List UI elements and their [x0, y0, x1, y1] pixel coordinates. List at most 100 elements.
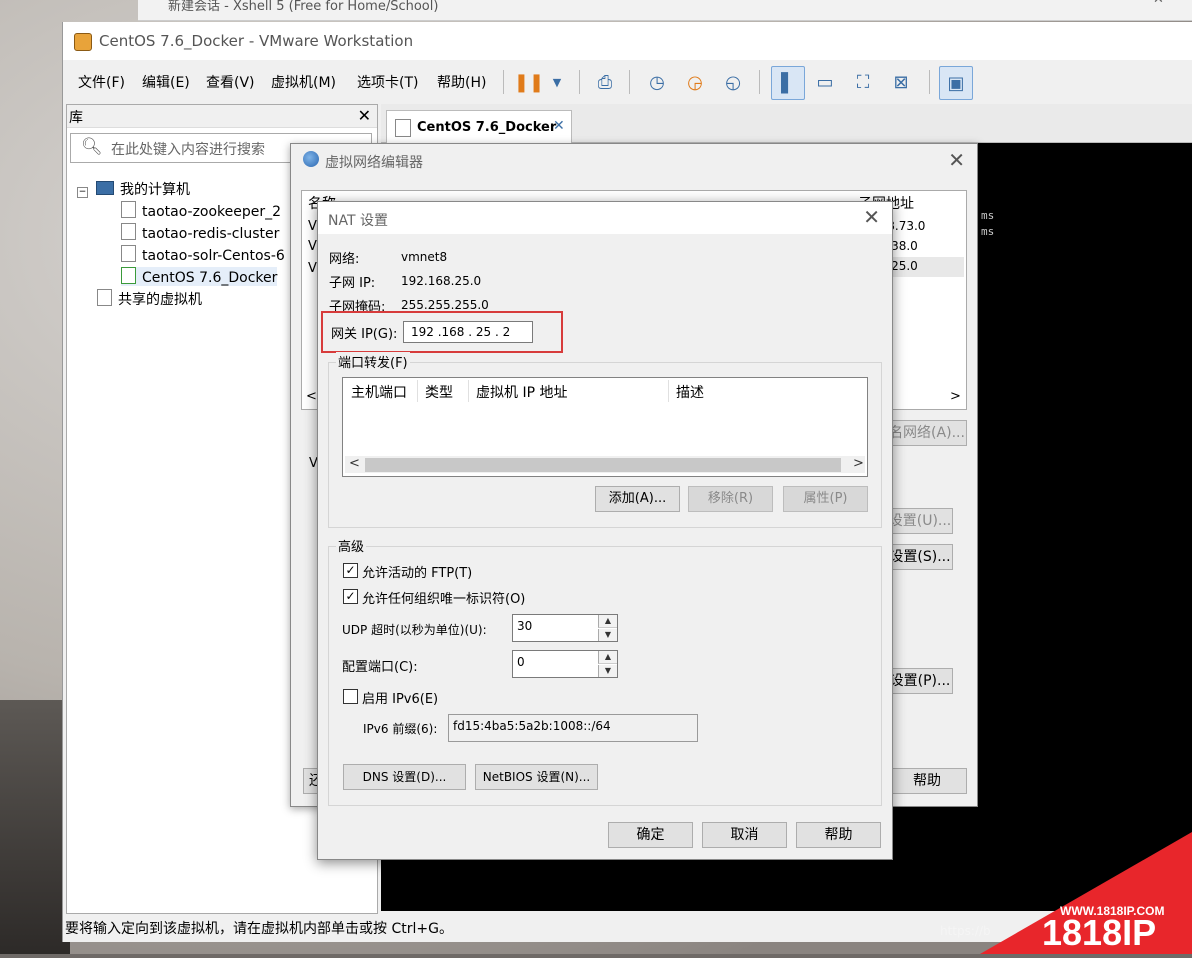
ftp-label[interactable]: 允许活动的 FTP(T) — [362, 562, 472, 581]
row-cell: V — [308, 219, 317, 234]
close-icon[interactable]: ✕ — [553, 118, 565, 134]
toolbar-separator — [579, 70, 580, 94]
row-cell: V — [308, 239, 317, 254]
menu-file[interactable]: 文件(F) — [78, 72, 125, 92]
ok-button[interactable]: 确定 — [608, 822, 693, 848]
watermark: WWW.1818IP.COM 1818IP https://b — [940, 832, 1192, 954]
spin-up-icon[interactable]: ▲ — [598, 651, 617, 664]
fullscreen-icon[interactable]: ⛶ — [847, 66, 879, 98]
help-button[interactable]: 帮助 — [796, 822, 881, 848]
vm-label: taotao-zookeeper_2 — [142, 204, 282, 220]
tab-centos[interactable]: CentOS 7.6_Docker ✕ — [386, 110, 572, 143]
spin-up-icon[interactable]: ▲ — [598, 615, 617, 628]
xshell-title: 新建会话 - Xshell 5 (Free for Home/School) — [168, 0, 439, 14]
column-description[interactable]: 描述 — [676, 382, 704, 402]
column-host-port[interactable]: 主机端口 — [351, 382, 407, 402]
spin-down-icon[interactable]: ▼ — [598, 629, 617, 641]
close-icon[interactable]: ✕ — [1153, 0, 1164, 7]
console-view-icon[interactable]: ▣ — [939, 66, 973, 100]
ftp-checkbox[interactable]: ✓ — [343, 563, 358, 578]
network-globe-icon — [303, 151, 319, 167]
tree-root[interactable]: − 我的计算机 — [77, 179, 190, 199]
console-text: ms — [981, 209, 995, 222]
udp-timeout-stepper[interactable]: 30 ▲ ▼ — [512, 614, 618, 642]
toolbar-separator — [759, 70, 760, 94]
tree-item-vm[interactable]: taotao-redis-cluster — [121, 223, 279, 242]
vm-label: taotao-solr-Centos-6 — [142, 248, 285, 264]
advanced-title: 高级 — [336, 536, 367, 555]
library-header: 库 ✕ — [67, 105, 377, 128]
subnet-mask-value: 255.255.255.0 — [401, 298, 489, 312]
xshell-window[interactable]: 新建会话 - Xshell 5 (Free for Home/School) —… — [138, 0, 1192, 21]
port-forward-list[interactable]: 主机端口 类型 虚拟机 IP 地址 描述 < > — [342, 377, 868, 477]
gateway-highlight: 网关 IP(G): 192 .168 . 25 . 2 — [321, 311, 563, 353]
ipv6-prefix-input[interactable]: fd15:4ba5:5a2b:1008::/64 — [448, 714, 698, 742]
config-port-label: 配置端口(C): — [342, 660, 418, 675]
scroll-right-icon[interactable]: > — [950, 389, 961, 404]
scrollbar-thumb[interactable] — [365, 458, 841, 472]
vm-icon — [395, 119, 411, 137]
gateway-ip-input[interactable]: 192 .168 . 25 . 2 — [403, 321, 533, 343]
tree-item-vm[interactable]: taotao-solr-Centos-6 — [121, 245, 285, 264]
chevron-down-icon[interactable]: ▼ — [541, 66, 573, 98]
oui-label[interactable]: 允许任何组织唯一标识符(O) — [362, 588, 525, 607]
ipv6-checkbox[interactable] — [343, 689, 358, 704]
collapse-icon[interactable]: − — [77, 187, 88, 198]
settings-s-button[interactable]: 设置(S)... — [887, 544, 953, 570]
row-cell: V — [308, 261, 317, 276]
help-button[interactable]: 帮助 — [887, 768, 967, 794]
vm-running-icon — [121, 267, 136, 284]
menu-tabs[interactable]: 选项卡(T) — [357, 72, 418, 92]
menu-view[interactable]: 查看(V) — [206, 72, 255, 92]
column-type[interactable]: 类型 — [425, 382, 453, 402]
menu-help[interactable]: 帮助(H) — [437, 72, 486, 92]
vm-icon — [121, 201, 136, 218]
menu-vm[interactable]: 虚拟机(M) — [271, 72, 336, 92]
tree-item-vm[interactable]: taotao-zookeeper_2 — [121, 201, 281, 220]
spin-down-icon[interactable]: ▼ — [598, 665, 617, 677]
settings-u-button[interactable]: 设置(U)... — [887, 508, 953, 534]
dialog-title: NAT 设置 — [328, 213, 388, 229]
ipv6-prefix-value: fd15:4ba5:5a2b:1008::/64 — [453, 719, 611, 733]
search-input[interactable]: 在此处键入内容进行搜索 — [111, 139, 265, 159]
column-divider — [417, 380, 418, 402]
close-icon[interactable]: ✕ — [358, 106, 371, 125]
tree-item-shared[interactable]: 共享的虚拟机 — [97, 289, 202, 309]
port-properties-button[interactable]: 属性(P) — [783, 486, 868, 512]
oui-checkbox[interactable]: ✓ — [343, 589, 358, 604]
window-title: CentOS 7.6_Docker - VMware Workstation — [99, 32, 414, 50]
remove-port-button[interactable]: 移除(R) — [688, 486, 773, 512]
snapshot-take-icon[interactable]: ◷ — [641, 66, 673, 98]
column-divider — [468, 380, 469, 402]
cancel-button[interactable]: 取消 — [702, 822, 787, 848]
scroll-right-icon[interactable]: > — [853, 456, 864, 471]
scroll-left-icon[interactable]: < — [349, 456, 360, 471]
send-keys-icon[interactable]: ⎙ — [589, 66, 621, 98]
vmware-logo-icon — [74, 33, 92, 51]
subnet-ip-label: 子网 IP: — [329, 276, 376, 291]
scroll-left-icon[interactable]: < — [306, 389, 317, 404]
column-vm-ip[interactable]: 虚拟机 IP 地址 — [476, 382, 567, 402]
config-port-stepper[interactable]: 0 ▲ ▼ — [512, 650, 618, 678]
horizontal-scrollbar[interactable]: < > — [345, 456, 865, 473]
snapshot-revert-icon[interactable]: ◶ — [679, 66, 711, 98]
settings-p-button[interactable]: 设置(P)... — [887, 668, 953, 694]
snapshot-manager-icon[interactable]: ◵ — [717, 66, 749, 98]
tree-item-vm-selected[interactable]: CentOS 7.6_Docker — [121, 267, 278, 286]
dns-settings-button[interactable]: DNS 设置(D)... — [343, 764, 466, 790]
show-library-icon[interactable]: ▌ — [771, 66, 805, 100]
unity-icon[interactable]: ⊠ — [885, 66, 917, 98]
close-icon[interactable]: ✕ — [948, 148, 965, 172]
dialog-title: 虚拟网络编辑器 — [325, 155, 423, 171]
add-network-button[interactable]: 名网络(A)... — [887, 420, 967, 446]
netbios-settings-button[interactable]: NetBIOS 设置(N)... — [475, 764, 598, 790]
minimize-button[interactable]: — — [1088, 0, 1101, 7]
ipv6-label[interactable]: 启用 IPv6(E) — [362, 688, 438, 707]
thumbnail-bar-icon[interactable]: ▭ — [809, 66, 841, 98]
network-label: 网络: — [329, 252, 360, 267]
close-icon[interactable]: ✕ — [863, 205, 880, 229]
gateway-label: 网关 IP(G): — [331, 327, 398, 342]
add-port-button[interactable]: 添加(A)... — [595, 486, 680, 512]
shared-vm-icon — [97, 289, 112, 306]
menu-edit[interactable]: 编辑(E) — [142, 72, 190, 92]
